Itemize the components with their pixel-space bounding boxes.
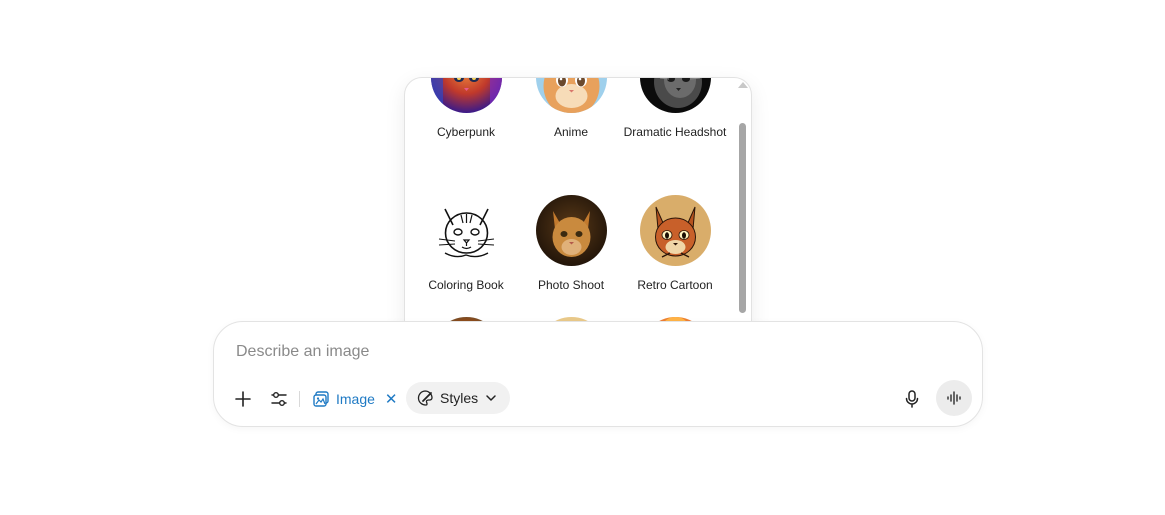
- scroll-up-arrow-icon[interactable]: [738, 82, 748, 88]
- toolbar-divider: [299, 391, 300, 407]
- anime-thumbnail: [535, 78, 607, 113]
- style-label: Photo Shoot: [537, 278, 605, 292]
- style-option-coloring-book[interactable]: Coloring Book: [414, 195, 518, 293]
- image-icon: [313, 391, 329, 407]
- style-option-photo-shoot[interactable]: Photo Shoot: [519, 195, 623, 293]
- image-prompt-composer: Image ✕ Styles: [213, 321, 983, 427]
- tools-button[interactable]: [264, 384, 294, 414]
- style-option-dramatic-headshot[interactable]: Dramatic Headshot: [623, 78, 727, 140]
- close-icon[interactable]: ✕: [385, 390, 398, 408]
- voice-waveform-icon: [947, 391, 961, 405]
- microphone-button[interactable]: [898, 383, 926, 415]
- style-label: Dramatic Headshot: [623, 125, 727, 139]
- microphone-icon: [905, 390, 919, 408]
- image-chip-label: Image: [336, 391, 375, 407]
- style-option-cyberpunk[interactable]: Cyberpunk: [414, 78, 518, 140]
- scrollbar-thumb[interactable]: [739, 123, 746, 313]
- styles-button-label: Styles: [440, 390, 479, 406]
- voice-mode-button[interactable]: [936, 380, 972, 416]
- plus-icon: [235, 391, 251, 407]
- style-label: Retro Cartoon: [637, 278, 713, 292]
- cyberpunk-thumbnail: [430, 78, 502, 113]
- palette-brush-icon: [417, 390, 433, 406]
- style-option-anime[interactable]: Anime: [519, 78, 623, 140]
- style-option-retro-cartoon[interactable]: Retro Cartoon: [623, 195, 727, 293]
- image-mode-chip[interactable]: Image ✕: [312, 384, 398, 414]
- chevron-down-icon: [486, 395, 496, 401]
- prompt-input[interactable]: [234, 338, 838, 366]
- styles-button[interactable]: Styles: [406, 382, 511, 414]
- add-button[interactable]: [228, 384, 258, 414]
- retro-cartoon-thumbnail: [639, 195, 711, 266]
- sliders-icon: [271, 392, 287, 406]
- style-label: Cyberpunk: [436, 125, 496, 139]
- photo-shoot-thumbnail: [535, 195, 607, 266]
- style-label: Anime: [553, 125, 588, 139]
- coloring-book-thumbnail: [430, 195, 502, 266]
- style-label: Coloring Book: [428, 278, 504, 292]
- dramatic-headshot-thumbnail: [639, 78, 711, 113]
